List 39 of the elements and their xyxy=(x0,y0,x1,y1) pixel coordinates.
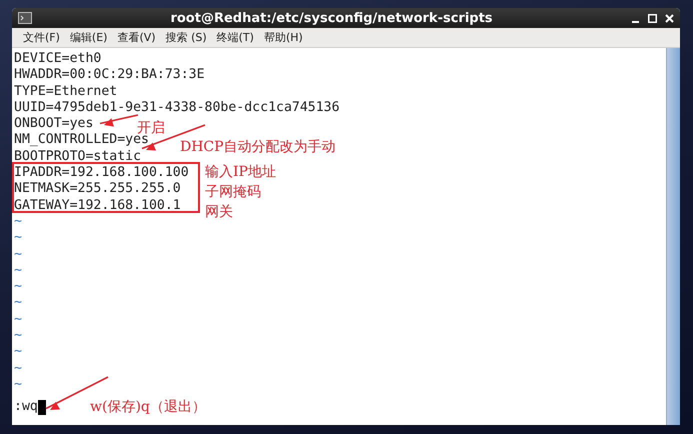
command-line: :wq xyxy=(14,399,38,416)
empty-line-marker: ~ xyxy=(14,279,22,294)
empty-line-marker: ~ xyxy=(14,376,22,392)
empty-line-marker: ~ xyxy=(14,344,22,360)
empty-line-marker: ~ xyxy=(14,328,22,344)
config-line: DEVICE=eth0 xyxy=(14,51,102,66)
empty-line-marker: ~ xyxy=(14,312,22,327)
config-line: UUID=4795deb1-9e31-4338-80be-dcc1ca745136 xyxy=(14,100,340,115)
menu-item[interactable]: 编辑(E) xyxy=(64,30,112,45)
menu-item[interactable]: 查看(V) xyxy=(112,30,161,45)
annotation: 输入IP地址 xyxy=(205,163,276,181)
annotation: 子网掩码 xyxy=(205,183,261,201)
empty-line-marker: ~ xyxy=(14,246,22,262)
empty-line-marker: ~ xyxy=(14,360,22,376)
empty-line-marker: ~ xyxy=(14,295,22,310)
maximize-icon[interactable] xyxy=(648,14,657,22)
menu-item[interactable]: 终端(T) xyxy=(212,30,259,45)
config-line: GATEWAY=192.168.100.1 xyxy=(14,198,181,213)
annotation: w(保存)q（退出） xyxy=(90,398,206,416)
window-title: root@Redhat:/etc/sysconfig/network-scripts xyxy=(169,10,494,26)
arrow xyxy=(100,114,138,127)
menu-item[interactable]: 文件(F) xyxy=(18,30,65,45)
menu-item[interactable]: 搜索 (S) xyxy=(160,30,212,45)
config-line: BOOTPROTO=static xyxy=(14,148,142,164)
config-line: ONBOOT=yes xyxy=(14,116,94,132)
close-icon[interactable] xyxy=(665,14,674,22)
terminal-icon xyxy=(18,12,32,24)
text-cursor xyxy=(38,400,46,415)
empty-line-marker: ~ xyxy=(14,214,22,229)
menu-item[interactable]: 帮助(H) xyxy=(258,30,308,45)
config-line: TYPE=Ethernet xyxy=(14,84,118,99)
annotation: 网关 xyxy=(205,203,233,221)
empty-line-marker: ~ xyxy=(14,230,22,246)
empty-line-marker: ~ xyxy=(14,262,22,278)
config-line: IPADDR=192.168.100.100 xyxy=(14,165,189,180)
config-line: NETMASK=255.255.255.0 xyxy=(14,181,181,196)
scrollbar[interactable] xyxy=(666,48,680,425)
annotation: DHCP自动分配改为手动 xyxy=(180,138,336,156)
config-line: HWADDR=00:0C:29:BA:73:3E xyxy=(14,67,205,82)
